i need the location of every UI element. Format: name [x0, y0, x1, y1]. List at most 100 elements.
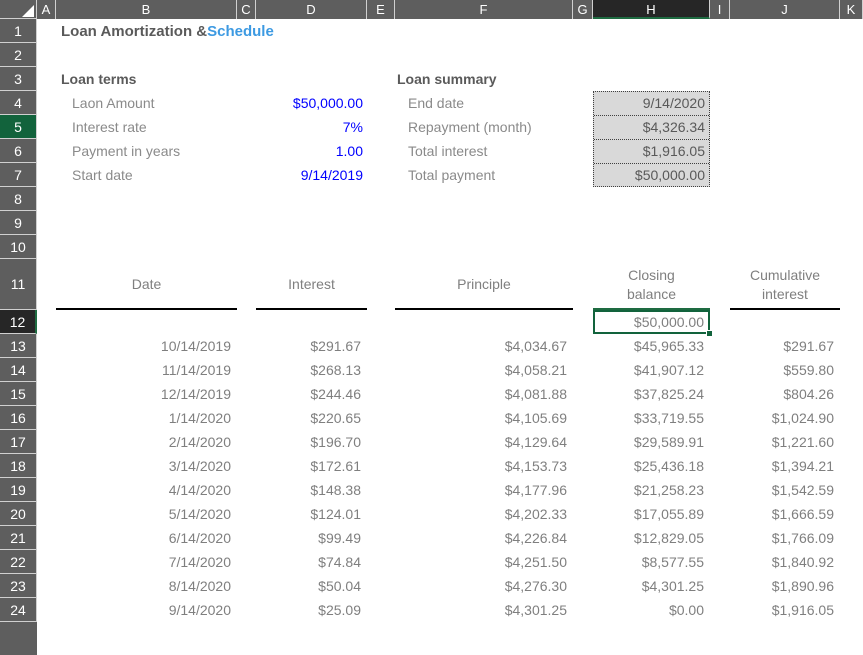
- schedule-cell-principle[interactable]: $4,129.64: [395, 430, 567, 454]
- column-header-j[interactable]: J: [730, 0, 840, 19]
- row-header-19[interactable]: 19: [0, 478, 37, 502]
- row-header-18[interactable]: 18: [0, 454, 37, 478]
- column-header-c[interactable]: C: [237, 0, 256, 19]
- column-header-g[interactable]: G: [573, 0, 593, 19]
- loan-summary-value-1[interactable]: $4,326.34: [593, 115, 705, 139]
- schedule-cell-principle[interactable]: $4,226.84: [395, 526, 567, 550]
- row-header-6[interactable]: 6: [0, 139, 37, 163]
- row-header-1[interactable]: 1: [0, 19, 37, 43]
- schedule-cell-date[interactable]: 1/14/2020: [56, 406, 231, 430]
- select-all-corner[interactable]: [0, 0, 37, 19]
- schedule-cell-closing-balance[interactable]: $8,577.55: [593, 550, 704, 574]
- schedule-cell-interest[interactable]: $74.84: [256, 550, 361, 574]
- schedule-cell-interest[interactable]: $196.70: [256, 430, 361, 454]
- schedule-cell-interest[interactable]: $50.04: [256, 574, 361, 598]
- selection-fill-handle[interactable]: [706, 330, 713, 337]
- schedule-cell-principle[interactable]: $4,058.21: [395, 358, 567, 382]
- row-header-20[interactable]: 20: [0, 502, 37, 526]
- schedule-cell-date[interactable]: 11/14/2019: [56, 358, 231, 382]
- column-header-b[interactable]: B: [56, 0, 237, 19]
- schedule-cell-date[interactable]: 12/14/2019: [56, 382, 231, 406]
- opening-row-principle[interactable]: [395, 310, 567, 334]
- schedule-cell-cumulative-interest[interactable]: $1,542.59: [730, 478, 834, 502]
- loan-terms-value-0[interactable]: $50,000.00: [256, 91, 363, 115]
- schedule-cell-date[interactable]: 8/14/2020: [56, 574, 231, 598]
- schedule-cell-principle[interactable]: $4,034.67: [395, 334, 567, 358]
- schedule-cell-cumulative-interest[interactable]: $1,024.90: [730, 406, 834, 430]
- loan-terms-value-3[interactable]: 9/14/2019: [256, 163, 363, 187]
- row-header-21[interactable]: 21: [0, 526, 37, 550]
- schedule-cell-principle[interactable]: $4,153.73: [395, 454, 567, 478]
- schedule-cell-closing-balance[interactable]: $37,825.24: [593, 382, 704, 406]
- schedule-cell-interest[interactable]: $244.46: [256, 382, 361, 406]
- schedule-cell-closing-balance[interactable]: $4,301.25: [593, 574, 704, 598]
- row-header-13[interactable]: 13: [0, 334, 37, 358]
- column-header-a[interactable]: A: [37, 0, 56, 19]
- schedule-cell-date[interactable]: 7/14/2020: [56, 550, 231, 574]
- schedule-cell-closing-balance[interactable]: $45,965.33: [593, 334, 704, 358]
- schedule-cell-cumulative-interest[interactable]: $291.67: [730, 334, 834, 358]
- schedule-cell-principle[interactable]: $4,251.50: [395, 550, 567, 574]
- opening-row-closing-balance[interactable]: $50,000.00: [593, 310, 704, 334]
- opening-row-cumulative-interest[interactable]: [730, 310, 834, 334]
- schedule-cell-cumulative-interest[interactable]: $1,766.09: [730, 526, 834, 550]
- column-header-f[interactable]: F: [395, 0, 573, 19]
- schedule-cell-closing-balance[interactable]: $41,907.12: [593, 358, 704, 382]
- schedule-cell-principle[interactable]: $4,301.25: [395, 598, 567, 622]
- schedule-cell-closing-balance[interactable]: $29,589.91: [593, 430, 704, 454]
- loan-summary-value-2[interactable]: $1,916.05: [593, 139, 705, 163]
- schedule-cell-closing-balance[interactable]: $25,436.18: [593, 454, 704, 478]
- schedule-cell-date[interactable]: 5/14/2020: [56, 502, 231, 526]
- schedule-cell-interest[interactable]: $268.13: [256, 358, 361, 382]
- schedule-cell-cumulative-interest[interactable]: $804.26: [730, 382, 834, 406]
- column-header-i[interactable]: I: [710, 0, 730, 19]
- opening-row-date[interactable]: [56, 310, 231, 334]
- schedule-cell-closing-balance[interactable]: $12,829.05: [593, 526, 704, 550]
- row-header-4[interactable]: 4: [0, 91, 37, 115]
- schedule-cell-principle[interactable]: $4,177.96: [395, 478, 567, 502]
- spreadsheet-grid[interactable]: 1 2 3 4 5 6 7 8 9 10 11 12 13 14 15 16 17 18 19 20 21 22 23 24 …: [0, 0, 863, 655]
- row-header-8[interactable]: 8: [0, 187, 37, 211]
- schedule-cell-principle[interactable]: $4,105.69: [395, 406, 567, 430]
- schedule-cell-date[interactable]: 10/14/2019: [56, 334, 231, 358]
- column-header-h[interactable]: H: [593, 0, 710, 19]
- loan-terms-value-1[interactable]: 7%: [256, 115, 363, 139]
- schedule-cell-interest[interactable]: $25.09: [256, 598, 361, 622]
- schedule-cell-date[interactable]: 3/14/2020: [56, 454, 231, 478]
- schedule-cell-cumulative-interest[interactable]: $559.80: [730, 358, 834, 382]
- column-header-d[interactable]: D: [256, 0, 367, 19]
- row-header-12[interactable]: 12: [0, 310, 37, 334]
- schedule-cell-interest[interactable]: $220.65: [256, 406, 361, 430]
- schedule-cell-cumulative-interest[interactable]: $1,916.05: [730, 598, 834, 622]
- row-header-7[interactable]: 7: [0, 163, 37, 187]
- row-header-2[interactable]: 2: [0, 43, 37, 67]
- loan-summary-value-3[interactable]: $50,000.00: [593, 163, 705, 187]
- opening-row-interest[interactable]: [256, 310, 361, 334]
- schedule-cell-cumulative-interest[interactable]: $1,840.92: [730, 550, 834, 574]
- grid-body[interactable]: Loan Amortization & Schedule Loan terms La…: [37, 19, 863, 655]
- schedule-cell-interest[interactable]: $148.38: [256, 478, 361, 502]
- schedule-cell-closing-balance[interactable]: $0.00: [593, 598, 704, 622]
- row-header-3[interactable]: 3: [0, 67, 37, 91]
- schedule-cell-interest[interactable]: $172.61: [256, 454, 361, 478]
- schedule-cell-interest[interactable]: $124.01: [256, 502, 361, 526]
- loan-terms-value-2[interactable]: 1.00: [256, 139, 363, 163]
- loan-summary-value-0[interactable]: 9/14/2020: [593, 91, 705, 115]
- row-header-10[interactable]: 10: [0, 235, 37, 259]
- column-header-e[interactable]: E: [367, 0, 395, 19]
- column-header-k[interactable]: K: [840, 0, 863, 19]
- schedule-cell-date[interactable]: 6/14/2020: [56, 526, 231, 550]
- schedule-cell-closing-balance[interactable]: $33,719.55: [593, 406, 704, 430]
- row-header-15[interactable]: 15: [0, 382, 37, 406]
- row-header-11[interactable]: 11: [0, 259, 37, 310]
- schedule-cell-interest[interactable]: $99.49: [256, 526, 361, 550]
- schedule-cell-principle[interactable]: $4,276.30: [395, 574, 567, 598]
- schedule-cell-cumulative-interest[interactable]: $1,394.21: [730, 454, 834, 478]
- schedule-cell-interest[interactable]: $291.67: [256, 334, 361, 358]
- schedule-cell-date[interactable]: 2/14/2020: [56, 430, 231, 454]
- row-header-22[interactable]: 22: [0, 550, 37, 574]
- row-header-23[interactable]: 23: [0, 574, 37, 598]
- schedule-cell-cumulative-interest[interactable]: $1,221.60: [730, 430, 834, 454]
- row-header-14[interactable]: 14: [0, 358, 37, 382]
- schedule-cell-principle[interactable]: $4,081.88: [395, 382, 567, 406]
